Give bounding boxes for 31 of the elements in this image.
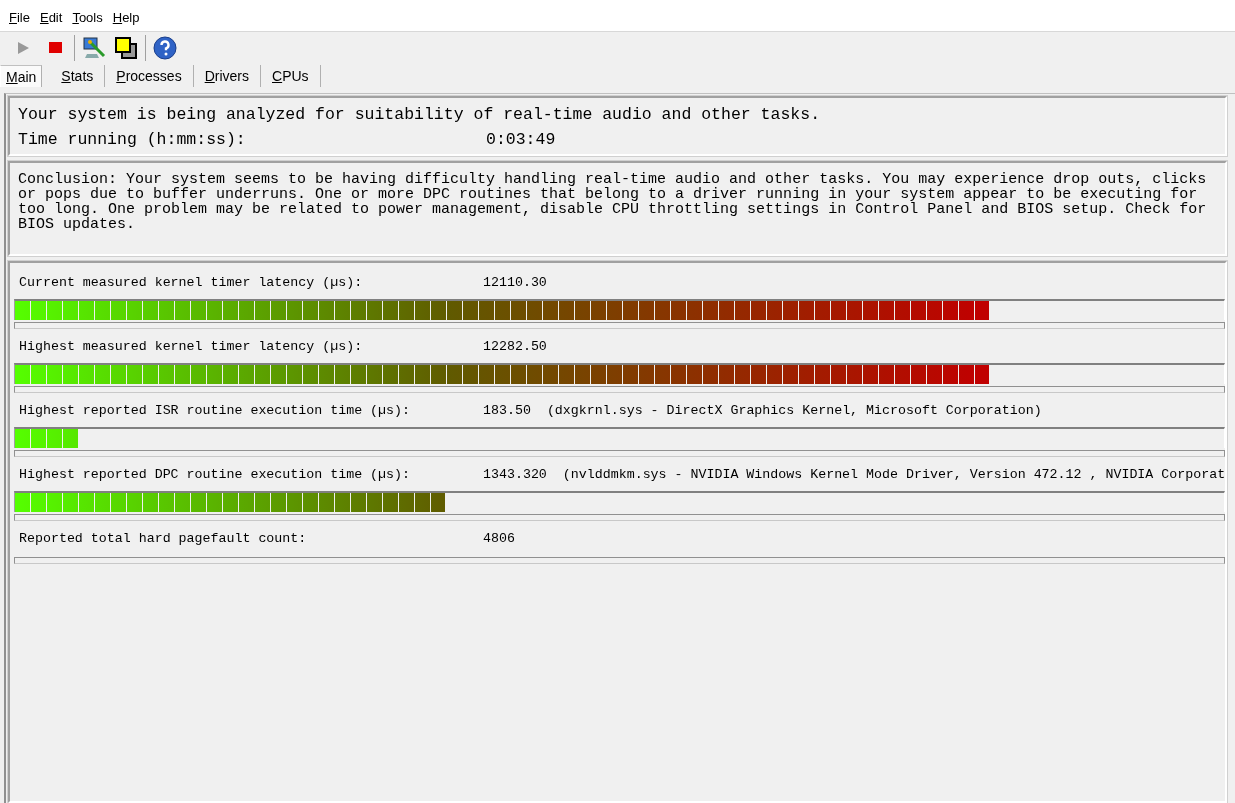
status-message: Your system is being analyzed for suitability of real-time audio and other tasks. <box>18 104 822 126</box>
tab[interactable]: CPUs <box>261 65 321 87</box>
tab[interactable]: Processes <box>105 65 194 87</box>
menu-item[interactable]: File <box>4 10 35 31</box>
windows-icon <box>114 35 138 60</box>
driver-detail: (dxgkrnl.sys - DirectX Graphics Kernel, Microsoft Corporation) <box>546 402 1042 418</box>
metric-label: Highest reported DPC routine execution time (µs): <box>19 466 411 482</box>
time-label: Time running (h:mm:ss): <box>18 129 247 151</box>
menu-item[interactable]: Edit <box>34 10 68 31</box>
help-icon <box>153 35 177 60</box>
conclusion-text: Conclusion: Your system seems to be having difficulty handling real-time audio and other tasks. You may experience drop outs, clicks or pops due to buffer underruns. One or more DPC routines that belong to a driver running in your system appear to be executing for too long. One problem may be related to power management, disable CPU throttling settings in Control Panel and BIOS setup. Check for BIOS updates. <box>18 172 1208 232</box>
stop-icon <box>48 42 62 53</box>
metric-value: 12282.50 <box>483 338 547 354</box>
metric-label: Highest reported ISR routine execution time (µs): <box>19 402 411 418</box>
metric-label: Highest measured kernel timer latency (µs): <box>19 338 364 354</box>
metric-value: 12110.30 <box>483 274 547 290</box>
metric-label: Reported total hard pagefault count: <box>19 530 308 546</box>
metric-value: 1343.320 <box>483 466 547 482</box>
time-value: 0:03:49 <box>486 129 556 151</box>
tab[interactable]: Drivers <box>193 65 261 87</box>
driver-detail: (nvlddmkm.sys - NVIDIA Windows Kernel Mode Driver, Version 472.12 , NVIDIA Corporat <box>562 466 1226 482</box>
tab[interactable]: Stats <box>50 65 106 87</box>
tab[interactable]: Main <box>0 65 43 87</box>
play-icon <box>16 40 30 55</box>
metric-value: 4806 <box>483 530 515 546</box>
help-button[interactable] <box>150 33 180 62</box>
menu-item[interactable]: Tools <box>67 10 108 31</box>
menu-item[interactable]: Help <box>107 10 145 31</box>
metric-value: 183.50 <box>483 402 531 418</box>
metric-label: Current measured kernel timer latency (µs): <box>19 274 364 290</box>
monitor-wand-icon <box>82 35 106 60</box>
